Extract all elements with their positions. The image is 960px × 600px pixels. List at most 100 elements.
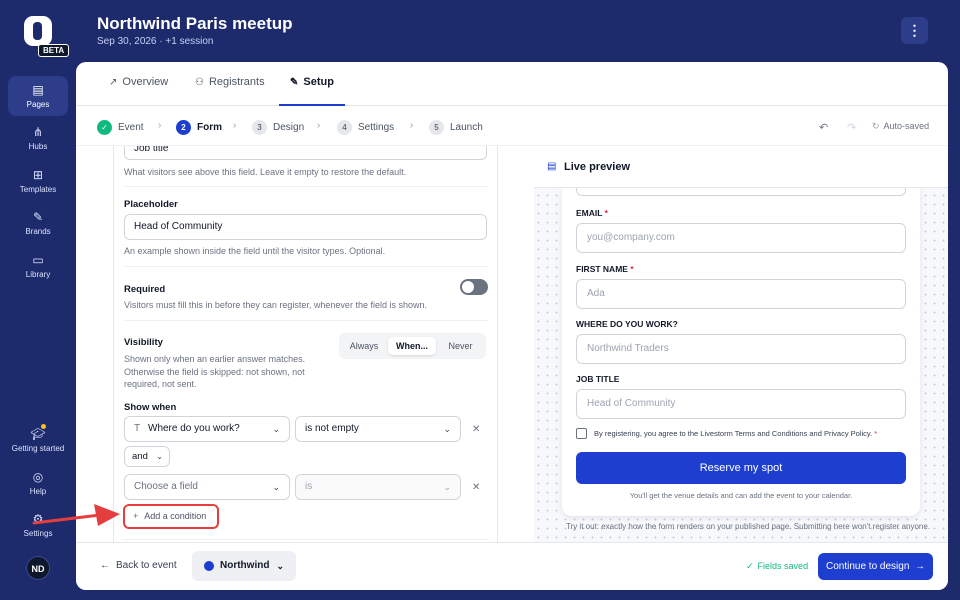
- placeholder-input[interactable]: Head of Community: [124, 214, 487, 240]
- visibility-option-always[interactable]: Always: [343, 337, 385, 355]
- required-label: Required: [124, 284, 166, 295]
- condition-operator-select-2[interactable]: is ⌄: [295, 474, 461, 500]
- step-form[interactable]: 2 Form: [176, 120, 222, 135]
- check-icon: ✓: [97, 120, 112, 135]
- chevron-down-icon: ⌄: [272, 424, 280, 434]
- preview-job-input[interactable]: Head of Community: [576, 389, 906, 419]
- visibility-option-when[interactable]: When...: [388, 337, 436, 355]
- undo-icon[interactable]: ↶: [819, 121, 828, 134]
- divider: [124, 539, 489, 540]
- placeholder-label: Placeholder: [124, 199, 178, 210]
- share-icon: ⋔: [32, 125, 44, 139]
- step-label: Launch: [450, 122, 483, 134]
- users-icon: ⚇: [195, 77, 204, 88]
- chevron-right-icon: ›: [317, 120, 321, 131]
- nav-label: Library: [25, 270, 51, 279]
- live-preview-panel: EMAIL * you@company.com FIRST NAME * Ada…: [534, 146, 948, 542]
- nav-item-getting-started[interactable]: 🎓︎ Getting started: [8, 420, 68, 460]
- chevron-down-icon: ⌄: [156, 452, 163, 461]
- back-label: Back to event: [116, 560, 177, 571]
- nav-item-templates[interactable]: ⊞ Templates: [8, 161, 68, 201]
- nav-label: Pages: [26, 100, 50, 109]
- step-launch[interactable]: 5 Launch: [429, 120, 483, 135]
- nav-item-settings[interactable]: ⚙︎ Settings: [8, 505, 68, 545]
- preview-first-name-input[interactable]: Ada: [576, 279, 906, 309]
- more-menu-button[interactable]: ⋮: [901, 17, 928, 44]
- grid-icon: ⊞: [32, 168, 44, 182]
- nav-label: Settings: [23, 529, 53, 538]
- redo-icon[interactable]: ↷: [847, 121, 856, 134]
- brand-value: Northwind: [220, 560, 270, 571]
- check-icon: ✓: [746, 561, 754, 571]
- autosave-label: Auto-saved: [883, 121, 930, 131]
- visibility-option-never[interactable]: Never: [439, 337, 482, 355]
- avatar[interactable]: ND: [26, 556, 50, 580]
- step-event[interactable]: ✓ Event: [97, 120, 144, 135]
- tab-setup[interactable]: ✎ Setup: [290, 76, 334, 88]
- condition-field-value: Where do you work?: [148, 423, 240, 434]
- reserve-spot-button[interactable]: Reserve my spot: [576, 452, 906, 484]
- remove-condition-icon[interactable]: ✕: [472, 424, 480, 435]
- add-condition-button[interactable]: + Add a condition: [123, 504, 219, 529]
- step-number: 2: [176, 120, 191, 135]
- preview-icon: ▤: [547, 161, 557, 172]
- continue-to-design-button[interactable]: Continue to design →: [818, 553, 933, 580]
- preview-work-input[interactable]: Northwind Traders: [576, 334, 906, 364]
- step-settings[interactable]: 4 Settings: [337, 120, 394, 135]
- condition-field-select-2[interactable]: Choose a field ⌄: [124, 474, 290, 500]
- visibility-label: Visibility: [124, 337, 163, 348]
- divider: [124, 320, 489, 321]
- condition-field-select[interactable]: T Where do you work? ⌄: [124, 416, 290, 442]
- nav-item-library[interactable]: ▭ Library: [8, 246, 68, 286]
- nav-item-hubs[interactable]: ⋔ Hubs: [8, 118, 68, 158]
- tab-overview[interactable]: ↗ Overview: [109, 76, 168, 88]
- consent-checkbox[interactable]: [576, 428, 587, 439]
- chevron-right-icon: ›: [158, 120, 162, 131]
- condition-operator-value: is: [305, 481, 313, 492]
- placeholder-help: An example shown inside the field until …: [124, 246, 386, 256]
- page-title: Northwind Paris meetup: [97, 14, 293, 33]
- tab-label: Setup: [303, 76, 334, 88]
- footer-bar: ← Back to event Northwind ⌄ ✓ Fields saved…: [76, 542, 948, 590]
- tab-label: Overview: [122, 76, 169, 88]
- field-editor-panel: Job title What visitors see above this f…: [113, 146, 498, 542]
- brand-select[interactable]: Northwind ⌄: [192, 551, 296, 581]
- tab-bar: ↗ Overview ⚇ Registrants ✎ Setup: [76, 62, 948, 106]
- continue-label: Continue to design: [826, 561, 910, 572]
- back-to-event-button[interactable]: ← Back to event: [100, 560, 177, 571]
- visibility-help: required, not sent.: [124, 379, 197, 389]
- step-label: Settings: [358, 122, 395, 134]
- nav-item-pages[interactable]: ▤ Pages: [8, 76, 68, 116]
- condition-field-placeholder: Choose a field: [134, 481, 198, 492]
- left-nav: BETA ▤ Pages ⋔ Hubs ⊞ Templates ✎ Brands…: [0, 0, 76, 600]
- nav-label: Getting started: [11, 444, 65, 453]
- live-preview-header: ▤ Live preview: [534, 146, 948, 188]
- step-label: Event: [118, 122, 144, 134]
- condition-joiner-select[interactable]: and ⌄: [124, 446, 170, 467]
- step-label: Form: [197, 122, 222, 134]
- nav-label: Hubs: [28, 142, 48, 151]
- condition-operator-select[interactable]: is not empty ⌄: [295, 416, 461, 442]
- nav-item-help[interactable]: ◎ Help: [8, 463, 68, 503]
- arrow-right-icon: →: [915, 561, 925, 572]
- preview-email-input[interactable]: you@company.com: [576, 223, 906, 253]
- remove-condition-icon[interactable]: ✕: [472, 482, 480, 493]
- lifebuoy-icon: ◎: [32, 470, 44, 484]
- gear-icon: ⚙︎: [32, 512, 44, 526]
- required-help: Visitors must fill this in before they c…: [124, 300, 427, 310]
- nav-item-brands[interactable]: ✎ Brands: [8, 203, 68, 243]
- chevron-down-icon: ⌄: [443, 482, 451, 492]
- app-logo[interactable]: [24, 16, 52, 46]
- edit-icon: ✎: [290, 77, 299, 88]
- tab-registrants[interactable]: ⚇ Registrants: [195, 76, 265, 88]
- step-design[interactable]: 3 Design: [252, 120, 304, 135]
- fields-saved-status: ✓ Fields saved: [746, 561, 808, 572]
- nav-label: Brands: [25, 227, 51, 236]
- chevron-right-icon: ›: [410, 120, 414, 131]
- label-input[interactable]: Job title: [124, 146, 487, 160]
- add-condition-label: Add a condition: [144, 511, 207, 521]
- text-type-icon: T: [134, 423, 141, 434]
- required-toggle[interactable]: [460, 279, 488, 295]
- beta-badge: BETA: [38, 44, 70, 57]
- divider: [124, 186, 489, 187]
